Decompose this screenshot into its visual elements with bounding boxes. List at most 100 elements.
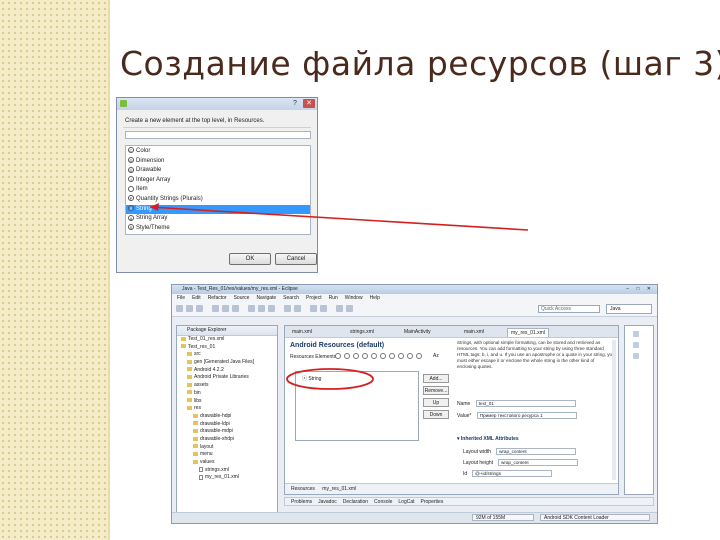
tree-item[interactable]: strings.xml bbox=[177, 467, 277, 475]
filter-input[interactable] bbox=[125, 131, 311, 139]
list-item[interactable]: C Color bbox=[126, 147, 310, 157]
tree-item[interactable]: values bbox=[177, 459, 277, 467]
list-item[interactable]: Item bbox=[126, 185, 310, 195]
remove-button[interactable]: Remove... bbox=[423, 386, 449, 395]
tree-item[interactable]: my_res_01.xml bbox=[177, 474, 277, 482]
attribute-value-field[interactable]: wrap_content bbox=[498, 459, 579, 466]
ok-button[interactable]: OK bbox=[229, 253, 271, 265]
tab-resources[interactable]: Resources bbox=[291, 486, 315, 492]
new-class-icon[interactable] bbox=[268, 305, 275, 312]
element-list[interactable]: C Color D Dimension D Drawable I Integer Array I… bbox=[125, 145, 311, 235]
tree-item[interactable]: src bbox=[177, 351, 277, 359]
tree-item[interactable]: Test_01_res.xml bbox=[177, 336, 277, 344]
task-list-icon[interactable] bbox=[633, 342, 639, 348]
view-tab-problems[interactable]: Problems bbox=[291, 499, 312, 505]
list-item[interactable]: D Dimension bbox=[126, 157, 310, 167]
editor-tab[interactable]: main.xml bbox=[289, 328, 315, 336]
drawable-filter-icon[interactable] bbox=[362, 353, 368, 359]
menu-item-search[interactable]: Search bbox=[283, 295, 299, 301]
list-item[interactable]: D Drawable bbox=[126, 166, 310, 176]
java-perspective-button[interactable]: Java bbox=[606, 304, 652, 314]
menu-item-window[interactable]: Window bbox=[345, 295, 363, 301]
menu-item-run[interactable]: Run bbox=[329, 295, 338, 301]
down-button[interactable]: Down bbox=[423, 410, 449, 419]
tree-item[interactable]: layout bbox=[177, 444, 277, 452]
color-filter-icon[interactable] bbox=[344, 353, 350, 359]
external-tools-icon[interactable] bbox=[232, 305, 239, 312]
tree-item[interactable]: gen [Generated Java Files] bbox=[177, 359, 277, 367]
view-tab-properties[interactable]: Properties bbox=[421, 499, 444, 505]
forward-icon[interactable] bbox=[346, 305, 353, 312]
view-tab-logcat[interactable]: LogCat bbox=[398, 499, 414, 505]
new-java-project-icon[interactable] bbox=[248, 305, 255, 312]
outline-icon[interactable] bbox=[633, 331, 639, 337]
menu-item-refactor[interactable]: Refactor bbox=[208, 295, 227, 301]
editor-tab[interactable]: main.xml bbox=[461, 328, 487, 336]
attribute-value-field[interactable]: wrap_content bbox=[496, 448, 577, 455]
tree-item[interactable]: bin bbox=[177, 390, 277, 398]
debug-icon[interactable] bbox=[212, 305, 219, 312]
tree-item[interactable]: libs bbox=[177, 398, 277, 406]
name-field[interactable]: text_01 bbox=[475, 400, 576, 407]
list-item[interactable]: S Style/Theme bbox=[126, 224, 310, 234]
sort-az-button[interactable]: Az bbox=[433, 353, 439, 359]
up-button[interactable]: Up bbox=[423, 398, 449, 407]
list-item[interactable]: A String Array bbox=[126, 214, 310, 224]
menu-item-help[interactable]: Help bbox=[370, 295, 380, 301]
cancel-button[interactable]: Cancel bbox=[275, 253, 317, 265]
tree-item[interactable]: res bbox=[177, 405, 277, 413]
array-filter-icon[interactable] bbox=[380, 353, 386, 359]
tree-item[interactable]: drawable-xhdpi bbox=[177, 436, 277, 444]
editor-tab[interactable]: my_res_01.xml bbox=[507, 328, 549, 337]
view-tab-javadoc[interactable]: Javadoc bbox=[318, 499, 337, 505]
style-filter-icon[interactable] bbox=[371, 353, 377, 359]
open-type-icon[interactable] bbox=[284, 305, 291, 312]
menu-item-project[interactable]: Project bbox=[306, 295, 322, 301]
previous-annotation-icon[interactable] bbox=[320, 305, 327, 312]
tree-item[interactable]: drawable-mdpi bbox=[177, 428, 277, 436]
tree-item[interactable]: drawable-hdpi bbox=[177, 413, 277, 421]
tree-item[interactable]: Test_res_01 bbox=[177, 344, 277, 352]
search-icon[interactable] bbox=[294, 305, 301, 312]
print-icon[interactable] bbox=[196, 305, 203, 312]
tree-item[interactable]: assets bbox=[177, 382, 277, 390]
view-tab-declaration[interactable]: Declaration bbox=[343, 499, 368, 505]
add-button[interactable]: Add... bbox=[423, 374, 449, 383]
new-package-icon[interactable] bbox=[258, 305, 265, 312]
string-filter-icon[interactable] bbox=[335, 353, 341, 359]
tree-item[interactable]: Android Private Libraries bbox=[177, 374, 277, 382]
tree-item[interactable]: menu bbox=[177, 451, 277, 459]
window-controls[interactable]: – □ ✕ bbox=[626, 286, 654, 292]
help-icon[interactable]: ? bbox=[289, 99, 301, 108]
menu-item-edit[interactable]: Edit bbox=[192, 295, 201, 301]
resource-list[interactable]: ⓢ String bbox=[295, 371, 419, 441]
id-filter-icon[interactable] bbox=[389, 353, 395, 359]
back-icon[interactable] bbox=[336, 305, 343, 312]
attribute-value-field[interactable]: @+id/strings bbox=[472, 470, 553, 477]
close-icon[interactable]: ✕ bbox=[303, 99, 315, 108]
tab-xml-source[interactable]: my_res_01.xml bbox=[322, 486, 356, 492]
list-item-string[interactable]: ⓢ String bbox=[302, 375, 321, 382]
new-icon[interactable] bbox=[176, 305, 183, 312]
bool-filter-icon[interactable] bbox=[398, 353, 404, 359]
inherited-attributes-header[interactable]: ▾ Inherited XML Attributes bbox=[457, 436, 519, 442]
editor-tab[interactable]: MainActivity bbox=[401, 328, 434, 336]
view-menu-icon[interactable] bbox=[633, 353, 639, 359]
editor-tab[interactable]: strings.xml bbox=[347, 328, 377, 336]
menu-item-navigate[interactable]: Navigate bbox=[256, 295, 276, 301]
run-icon[interactable] bbox=[222, 305, 229, 312]
quick-access-input[interactable]: Quick Access bbox=[538, 305, 600, 313]
list-item[interactable]: S String bbox=[126, 204, 310, 215]
save-icon[interactable] bbox=[186, 305, 193, 312]
integer-filter-icon[interactable] bbox=[407, 353, 413, 359]
editor-scrollbar[interactable] bbox=[612, 340, 616, 480]
next-annotation-icon[interactable] bbox=[310, 305, 317, 312]
list-item[interactable]: I Integer Array bbox=[126, 176, 310, 186]
dimension-filter-icon[interactable] bbox=[353, 353, 359, 359]
value-field[interactable]: Пример текстового ресурса 1 bbox=[476, 412, 577, 419]
view-tab-console[interactable]: Console bbox=[374, 499, 392, 505]
item-filter-icon[interactable] bbox=[416, 353, 422, 359]
menu-item-source[interactable]: Source bbox=[234, 295, 250, 301]
tree-item[interactable]: drawable-ldpi bbox=[177, 421, 277, 429]
menu-item-file[interactable]: File bbox=[177, 295, 185, 301]
